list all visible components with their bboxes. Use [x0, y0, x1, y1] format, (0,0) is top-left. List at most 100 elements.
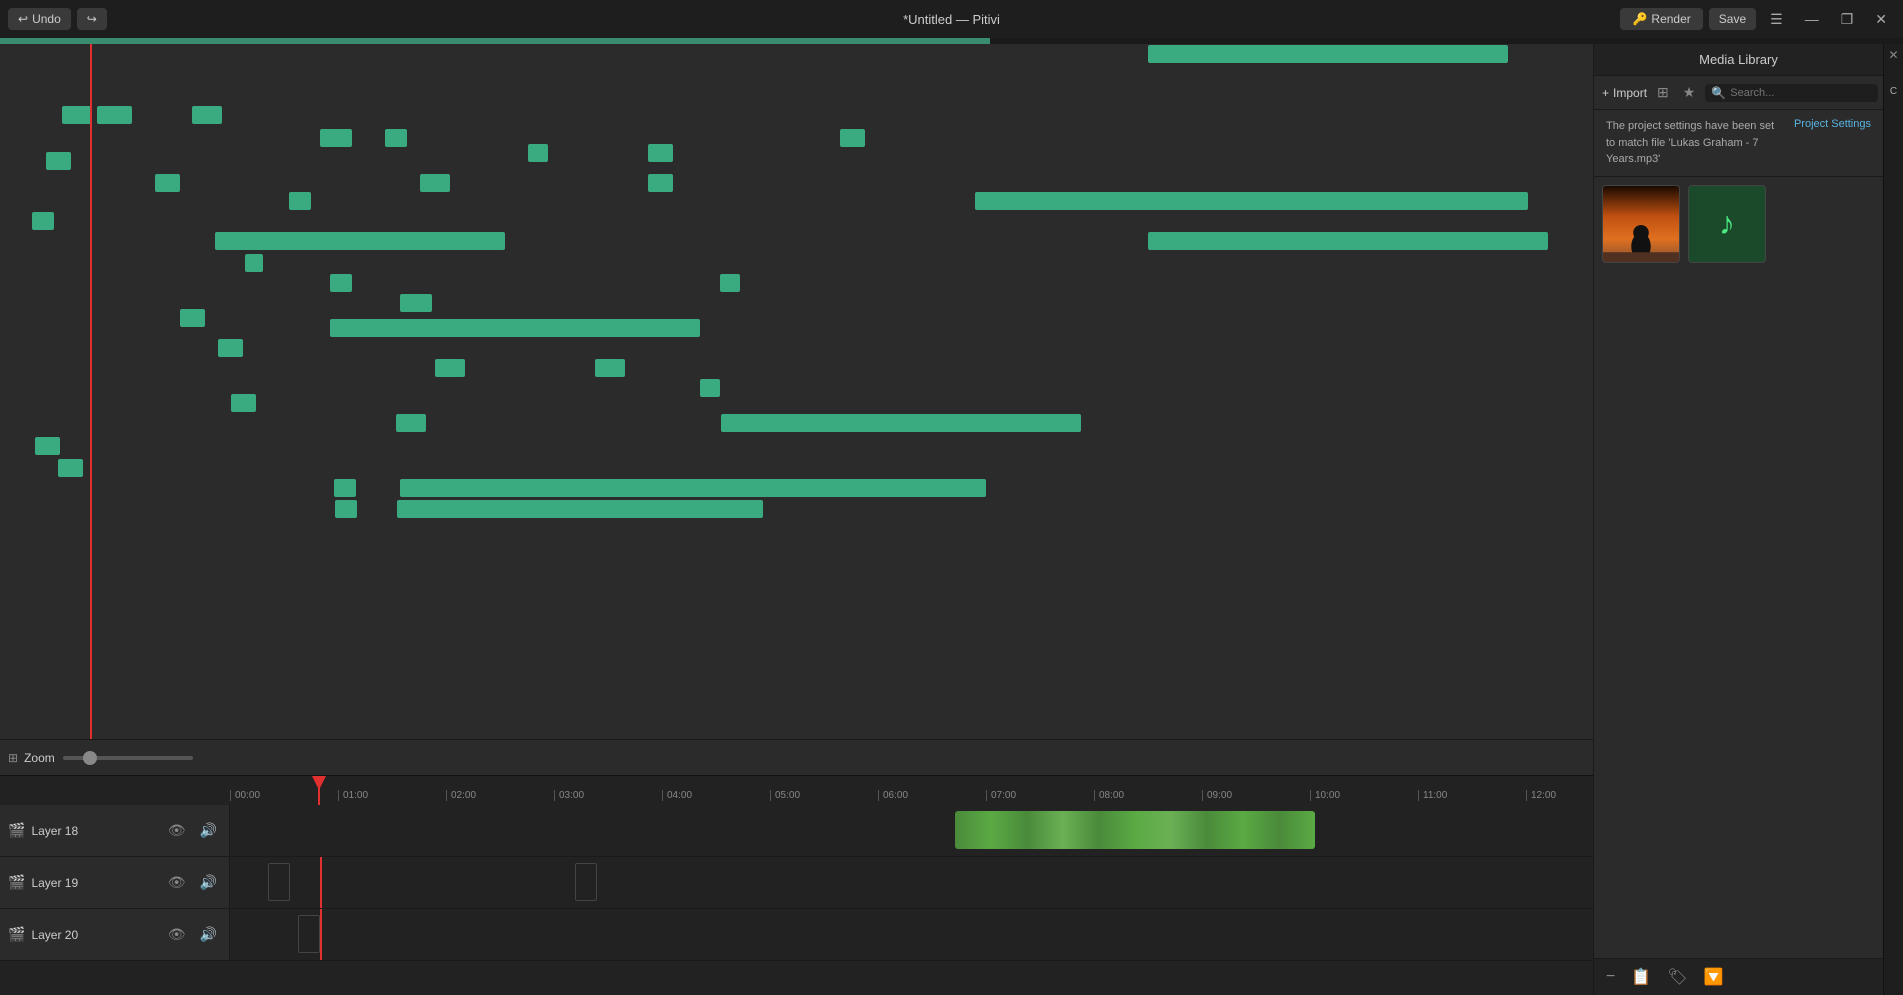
- track-row-layer19: 🎬 Layer 19 👁 🔊: [0, 857, 1593, 909]
- visibility-toggle-layer19[interactable]: 👁: [164, 872, 190, 893]
- clip-6[interactable]: [648, 144, 673, 162]
- track-header-layer18: 🎬 Layer 18 👁 🔊: [0, 805, 230, 856]
- search-icon: 🔍: [1711, 86, 1726, 100]
- clip-11[interactable]: [420, 174, 450, 192]
- zoom-slider[interactable]: [63, 756, 193, 760]
- import-button[interactable]: + Import: [1602, 86, 1647, 100]
- redo-button[interactable]: ↪: [77, 8, 107, 30]
- ruler-marks: 00:0001:0002:0003:0004:0005:0006:0007:00…: [230, 790, 1593, 801]
- track-playhead-layer19: [320, 857, 322, 908]
- timeline-bottom: 00:0001:0002:0003:0004:0005:0006:0007:00…: [0, 775, 1593, 995]
- mute-toggle-layer18[interactable]: 🔊: [196, 820, 221, 841]
- minus-button[interactable]: −: [1602, 966, 1619, 988]
- clip-29[interactable]: [35, 437, 60, 455]
- thumbnail-svg: [1603, 185, 1679, 263]
- view-grid-button[interactable]: ⊞: [1653, 82, 1673, 103]
- mute-toggle-layer19[interactable]: 🔊: [196, 872, 221, 893]
- clip-32[interactable]: [400, 479, 986, 497]
- track-content-layer20[interactable]: [230, 909, 1593, 960]
- panel-title: Media Library: [1699, 52, 1778, 67]
- close-button[interactable]: ✕: [1867, 9, 1895, 30]
- scroll-c-button[interactable]: C: [1888, 84, 1899, 99]
- clip-2[interactable]: [192, 106, 222, 124]
- clip-18[interactable]: [720, 274, 740, 292]
- ruler-mark: 10:00: [1310, 790, 1418, 801]
- render-label: Render: [1651, 12, 1690, 26]
- panel-spacer: [1594, 575, 1883, 958]
- track-type-icon-layer18: 🎬: [8, 822, 25, 839]
- panel-close-button[interactable]: ✕: [1886, 46, 1900, 64]
- clip-12[interactable]: [648, 174, 673, 192]
- clip-22[interactable]: [218, 339, 243, 357]
- clip-20[interactable]: [180, 309, 205, 327]
- clip-27[interactable]: [396, 414, 426, 432]
- clip-1[interactable]: [97, 106, 132, 124]
- clip-26[interactable]: [231, 394, 256, 412]
- render-button[interactable]: 🔑 Render: [1620, 8, 1702, 30]
- tag-button[interactable]: 🏷: [1663, 965, 1691, 989]
- track-content-layer18[interactable]: [230, 805, 1593, 856]
- clip-canvas[interactable]: [0, 44, 1593, 739]
- clip-23[interactable]: [435, 359, 465, 377]
- favorites-button[interactable]: ★: [1679, 82, 1700, 103]
- clip-36[interactable]: [1148, 232, 1548, 250]
- track-content-layer19[interactable]: [230, 857, 1593, 908]
- clip-25[interactable]: [700, 379, 720, 397]
- track-row-layer18: 🎬 Layer 18 👁 🔊: [0, 805, 1593, 857]
- clip-21[interactable]: [330, 319, 700, 337]
- project-settings-link[interactable]: Project Settings: [1794, 118, 1871, 130]
- visibility-toggle-layer20[interactable]: 👁: [164, 924, 190, 945]
- clip-15[interactable]: [215, 232, 505, 250]
- video-thumbnail-placeholder: [1603, 186, 1679, 262]
- ruler-mark: 04:00: [662, 790, 770, 801]
- clip-insert-button[interactable]: 📋: [1627, 965, 1655, 989]
- search-input[interactable]: [1730, 87, 1872, 99]
- clip-24[interactable]: [595, 359, 625, 377]
- track-header-layer19: 🎬 Layer 19 👁 🔊: [0, 857, 230, 908]
- zoom-icon: ⊞: [8, 751, 18, 765]
- titlebar-right: 🔑 Render Save ☰ — ❐ ✕: [1620, 8, 1895, 30]
- ruler-mark: 03:00: [554, 790, 662, 801]
- save-button[interactable]: Save: [1709, 8, 1756, 30]
- clip-30[interactable]: [58, 459, 83, 477]
- clip-16[interactable]: [245, 254, 263, 272]
- visibility-toggle-layer18[interactable]: 👁: [164, 820, 190, 841]
- clip-33[interactable]: [335, 500, 357, 518]
- ruler-mark: 12:00: [1526, 790, 1593, 801]
- clip-9[interactable]: [155, 174, 180, 192]
- clip-4[interactable]: [385, 129, 407, 147]
- clip-7[interactable]: [840, 129, 865, 147]
- clip-31[interactable]: [334, 479, 356, 497]
- timeline-area: ⊞ Zoom 00:0001:0002:0003:0004:0005:0006:…: [0, 44, 1593, 995]
- clip-14[interactable]: [32, 212, 54, 230]
- clip-19[interactable]: [400, 294, 432, 312]
- ruler-mark: 08:00: [1094, 790, 1202, 801]
- media-item-video[interactable]: [1602, 185, 1680, 263]
- panel-header: Media Library: [1594, 44, 1883, 76]
- clip-0[interactable]: [62, 106, 92, 124]
- ruler-mark: 11:00: [1418, 790, 1526, 801]
- zoom-bar: ⊞ Zoom: [0, 739, 1593, 775]
- clip-3[interactable]: [320, 129, 352, 147]
- clip-35[interactable]: [1148, 192, 1528, 210]
- clip-10[interactable]: [289, 192, 311, 210]
- waveform-visualization: [955, 811, 1315, 849]
- zoom-thumb: [83, 751, 97, 765]
- menu-button[interactable]: ☰: [1762, 9, 1791, 30]
- clip-28[interactable]: [721, 414, 1081, 432]
- filter-button[interactable]: 🔽: [1700, 965, 1728, 989]
- mute-toggle-layer20[interactable]: 🔊: [196, 924, 221, 945]
- minimize-button[interactable]: —: [1797, 9, 1827, 29]
- undo-button[interactable]: ↩ Undo: [8, 8, 71, 30]
- clip-17[interactable]: [330, 274, 352, 292]
- clip-37[interactable]: [1148, 45, 1508, 63]
- clip-8[interactable]: [46, 152, 71, 170]
- clip-34[interactable]: [397, 500, 763, 518]
- playhead-line: [318, 776, 320, 805]
- maximize-button[interactable]: ❐: [1833, 9, 1862, 30]
- music-note-icon: ♪: [1719, 205, 1735, 242]
- media-item-audio[interactable]: ♪: [1688, 185, 1766, 263]
- undo-label: Undo: [32, 12, 61, 26]
- track-header-layer20: 🎬 Layer 20 👁 🔊: [0, 909, 230, 960]
- clip-5[interactable]: [528, 144, 548, 162]
